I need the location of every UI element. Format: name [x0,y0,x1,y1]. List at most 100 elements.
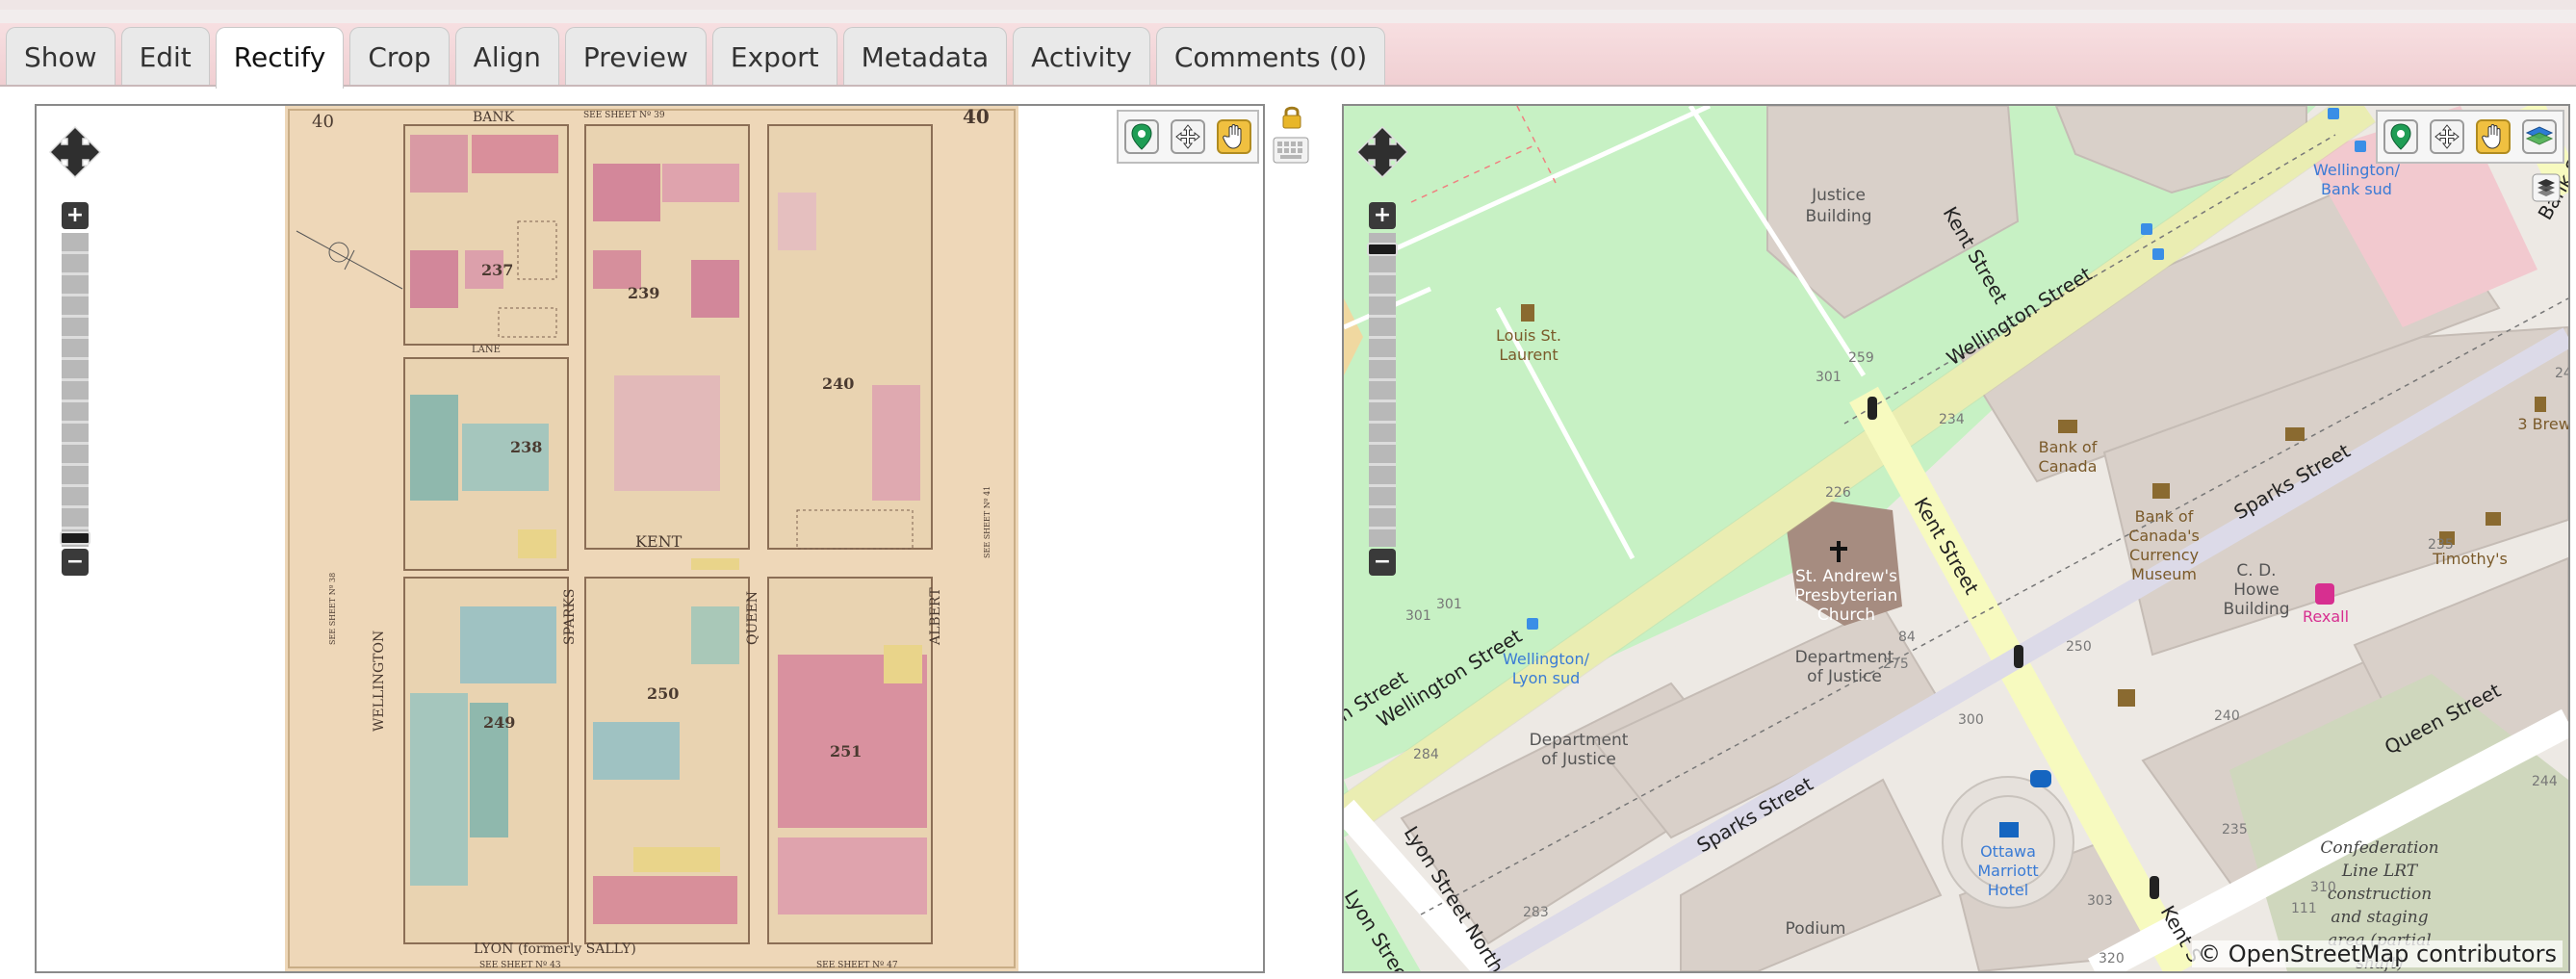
label-three-brewers: 3 Brewe [2517,415,2568,433]
scan-map-canvas[interactable]: 40 40 BANK SEE SHEET Nº 39 237 239 240 2… [37,106,1263,971]
pan-tool-button[interactable] [1217,119,1251,154]
add-control-point-button[interactable] [2383,119,2418,154]
address-number: 84 [1898,630,1916,645]
pan-control[interactable] [48,125,102,179]
address-number: 303 [2087,893,2113,909]
scan-label-bank: BANK [473,110,515,125]
hand-icon [1223,124,1242,149]
label-st-andrews-1: St. Andrew's [1795,567,1897,586]
address-number: 226 [1825,485,1851,501]
zoom-out-button[interactable]: − [1369,549,1396,576]
scan-label-see-sheet-top: SEE SHEET Nº 39 [583,111,665,120]
label-marriott-1: Ottawa [1980,842,2036,861]
label-cd-howe-3: Building [2224,600,2290,619]
scan-label-albert: ALBERT [928,587,943,646]
address-number: 300 [1958,712,1984,728]
reference-map-panel[interactable]: Kent Street Kent Street Kent S Bank Stre… [1342,104,2570,973]
label-louis-st-laurent-2: Laurent [1499,346,1558,364]
address-number: 301 [1405,608,1431,624]
map-marker-icon [1131,123,1152,150]
map-marker-icon [2390,123,2411,150]
scan-label-sparks: SPARKS [562,589,578,645]
tab-align[interactable]: Align [454,27,559,85]
label-confederation-3: construction [2328,885,2432,904]
scan-label-lyon: LYON (formerly SALLY) [474,941,636,957]
scan-block-238: 238 [510,438,542,456]
move-arrows-icon [1175,124,1200,149]
move-arrows-icon [2434,124,2460,149]
label-cd-howe-1: C. D. [2236,561,2276,580]
reference-map-canvas[interactable]: Kent Street Kent Street Kent S Bank Stre… [1344,106,2568,971]
address-number: 283 [1523,905,1549,920]
reference-map-toolbar [2376,110,2564,164]
layers-icon [2525,126,2554,145]
scan-block-250: 250 [647,684,679,703]
bank-icon [2058,420,2077,433]
tab-edit[interactable]: Edit [120,27,210,85]
zoom-slider-thumb[interactable] [1367,243,1398,256]
tab-metadata[interactable]: Metadata [842,27,1008,85]
scan-block-249: 249 [483,713,515,732]
map-attribution[interactable]: © OpenStreetMap contributors [2192,940,2563,967]
move-control-point-button[interactable] [1171,119,1205,154]
address-number: 259 [1848,350,1874,366]
label-wellington-lyon-sud-2: Lyon sud [1512,669,1581,687]
scan-label-see-sheet-38: SEE SHEET Nº 38 [328,573,337,645]
scan-map-panel[interactable]: 40 40 BANK SEE SHEET Nº 39 237 239 240 2… [35,104,1265,973]
label-confederation-4: and staging [2331,908,2428,927]
lock-icon[interactable] [1278,104,1305,131]
layers-stack-icon[interactable] [2532,173,2561,202]
zoom-out-button[interactable]: − [62,549,89,576]
keyboard-icon[interactable] [1273,137,1309,164]
zoom-in-button[interactable]: + [1369,202,1396,229]
address-number: 244 [2532,774,2558,789]
tab-show[interactable]: Show [6,27,116,85]
label-dept-justice-1b: of Justice [1807,667,1882,686]
add-control-point-button[interactable] [1124,119,1159,154]
label-marriott-2: Marriott [1977,862,2038,880]
label-podium: Podium [1786,919,1846,939]
label-wellington-bank-sud-2: Bank sud [2321,180,2392,198]
zoom-slider[interactable] [62,233,89,547]
scan-label-lane: LANE [472,345,501,355]
label-bank-of-canada-2: Canada [2039,457,2098,476]
zoom-slider[interactable] [1369,233,1396,547]
label-st-andrews-2: Presbyterian [1795,586,1898,605]
label-cd-howe-2: Howe [2233,580,2280,600]
scan-label-queen: QUEEN [745,591,760,645]
label-currency-museum-2: Canada's [2128,527,2200,545]
tab-export[interactable]: Export [711,27,837,85]
tab-activity[interactable]: Activity [1013,27,1150,85]
label-confederation-1: Confederation [2320,838,2438,858]
tab-rectify[interactable]: Rectify [215,27,345,89]
label-wellington-lyon-sud-1: Wellington/ [1503,650,1590,668]
pan-tool-button[interactable] [2476,119,2511,154]
scan-label-see-sheet-41: SEE SHEET Nº 41 [983,486,992,558]
zoom-in-button[interactable]: + [62,202,89,229]
layer-switcher-button[interactable] [2522,119,2557,154]
label-dept-justice-1a: Department [1795,648,1894,667]
scan-label-see-sheet-br: SEE SHEET Nº 47 [816,961,898,970]
address-number: 234 [1939,412,1965,427]
taxi-icon [2030,770,2051,787]
address-number: 320 [2099,951,2125,966]
restaurant-icon [2486,512,2501,526]
label-justice-building-2: Building [1806,207,1872,226]
scan-block-239: 239 [628,284,659,302]
zoom-slider-thumb[interactable] [60,531,90,545]
tab-comments[interactable]: Comments (0) [1155,27,1386,85]
address-number: 235 [2428,537,2454,553]
address-number: 275 [1883,657,1909,672]
tab-crop[interactable]: Crop [349,27,450,85]
pan-control[interactable] [1355,125,1409,179]
label-currency-museum-1: Bank of [2135,507,2194,526]
address-number: 284 [1413,747,1439,762]
move-control-point-button[interactable] [2430,119,2464,154]
scan-label-kent: KENT [635,532,683,551]
address-number: 250 [2066,639,2092,655]
post-office-icon [2285,427,2305,441]
museum-icon [2152,483,2170,499]
tab-preview[interactable]: Preview [564,27,707,85]
label-dept-justice-2a: Department [1530,731,1629,750]
scan-sheet-number-right: 40 [963,106,990,128]
